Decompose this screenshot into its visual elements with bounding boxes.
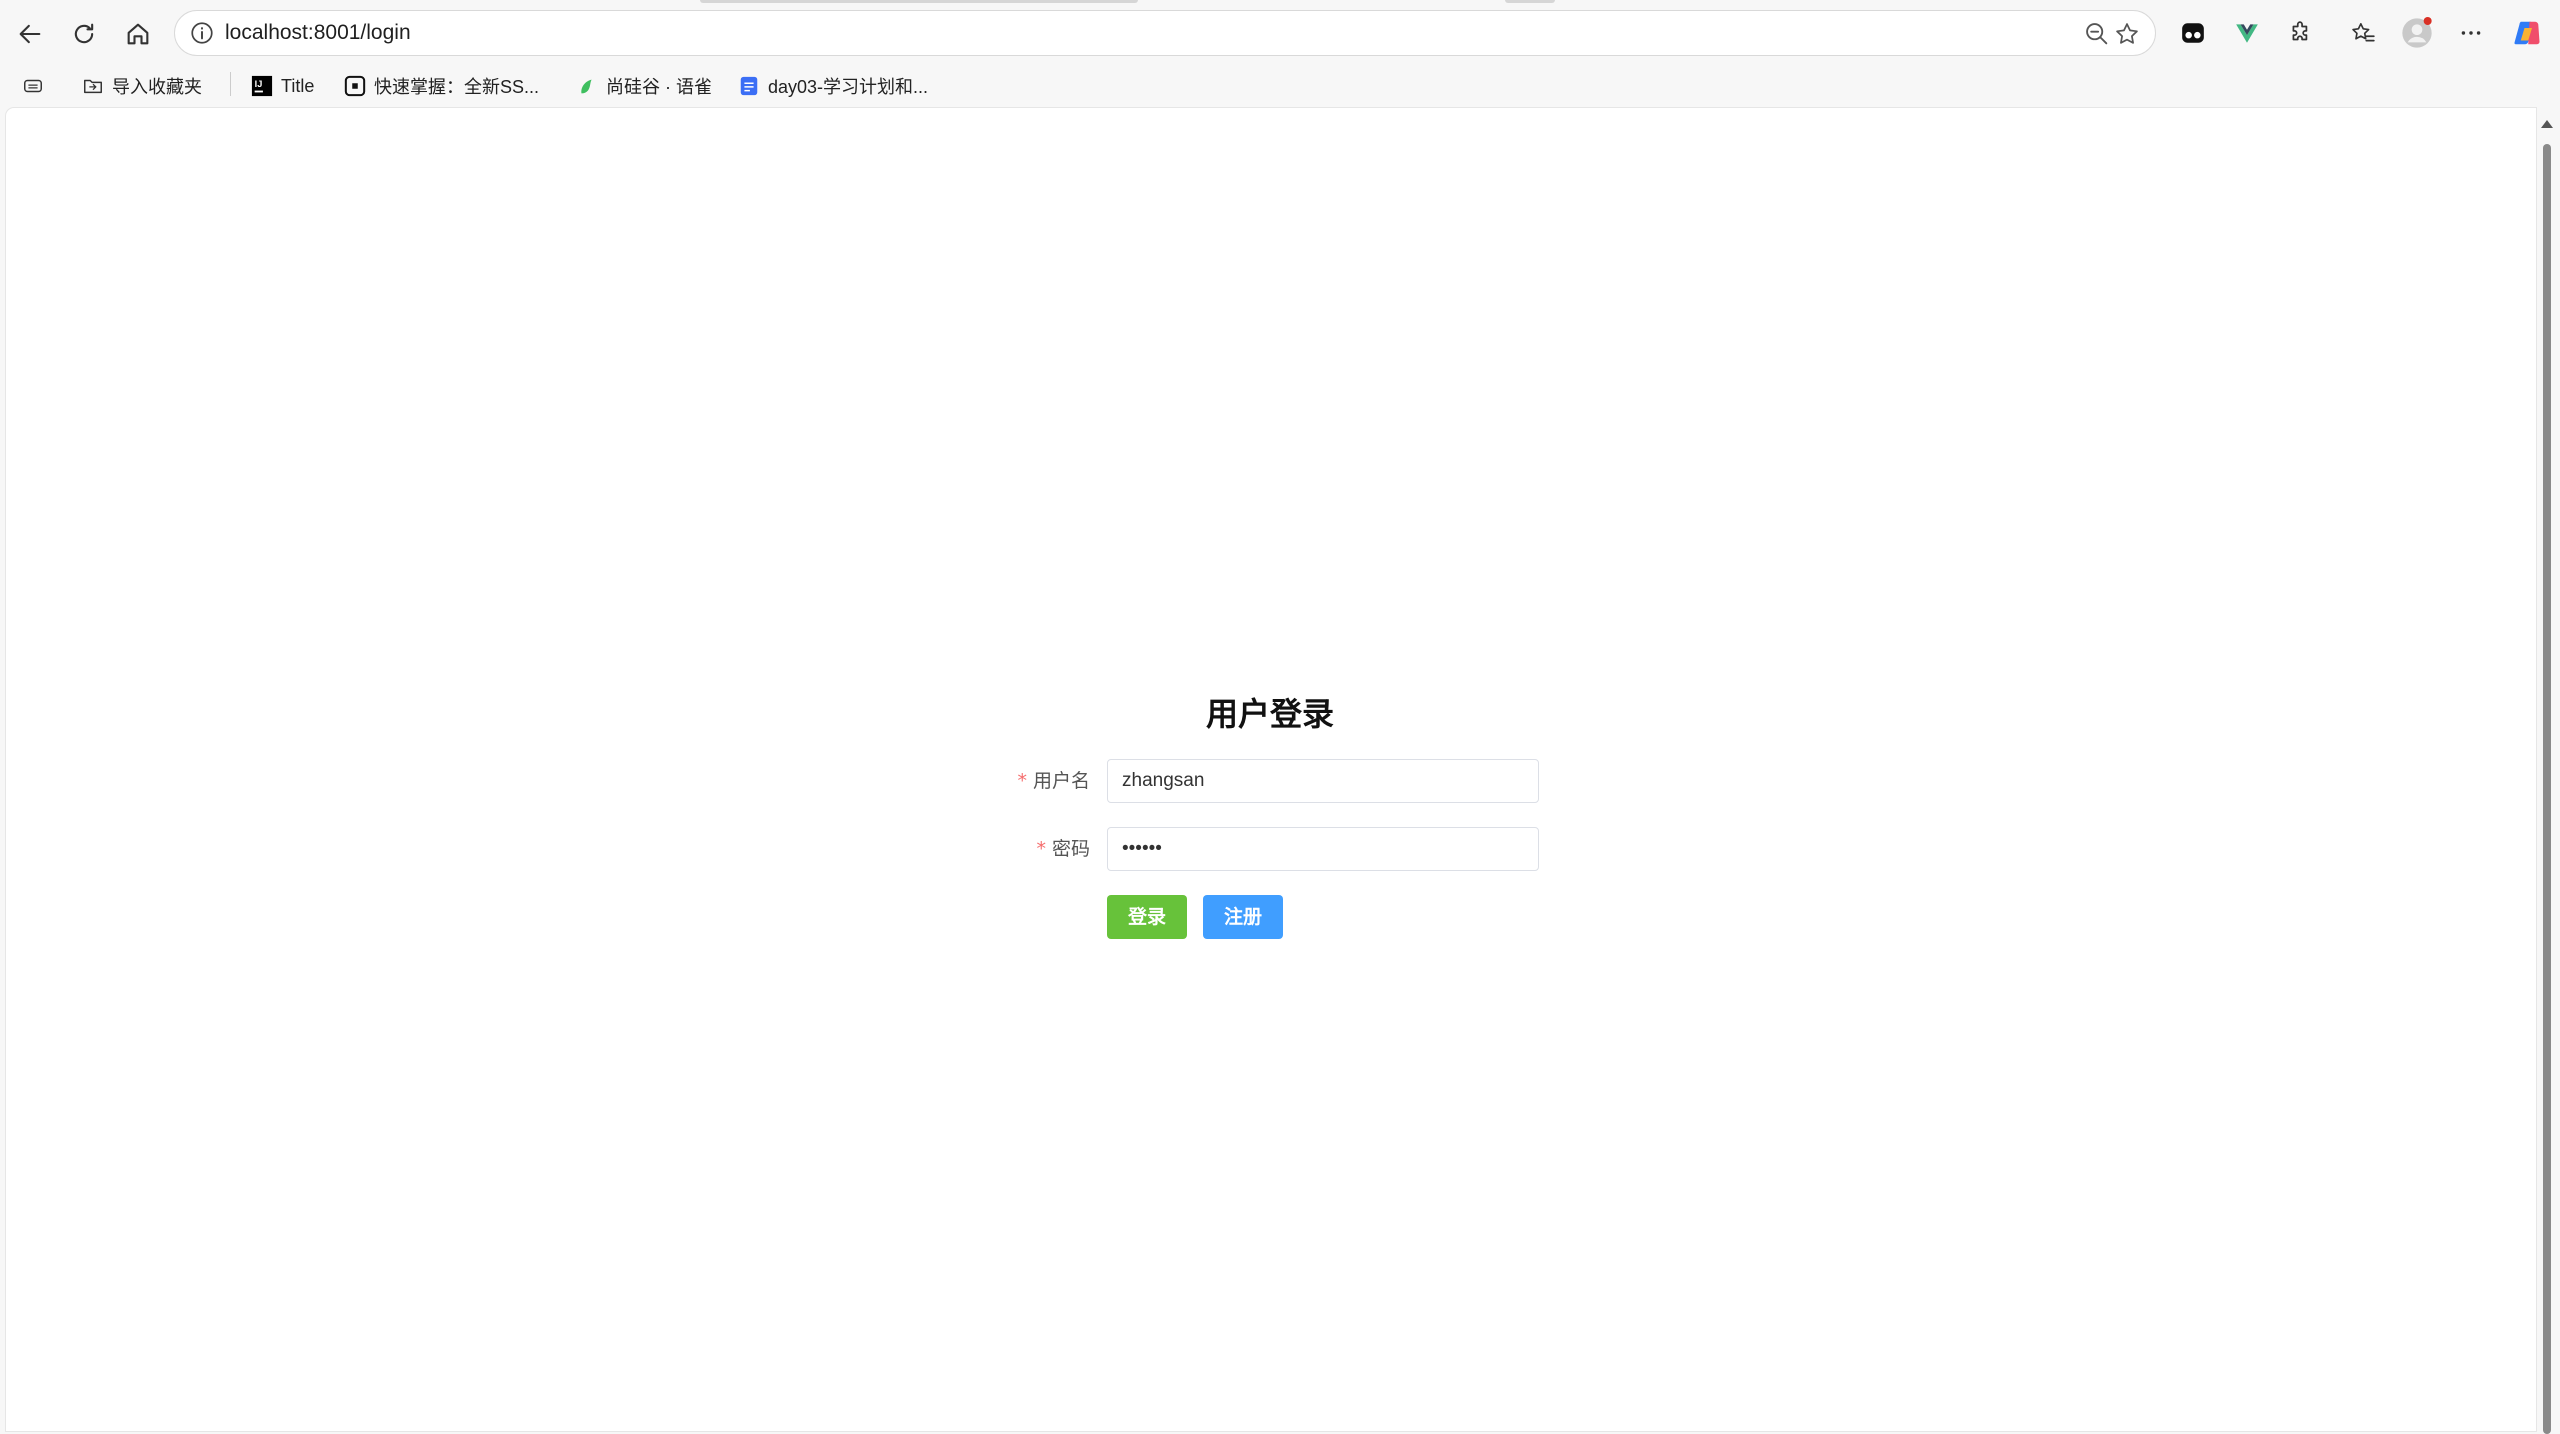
bookmark-import[interactable]: 导入收藏夹 [82,70,202,102]
bookmark-day03[interactable]: day03-学习计划和... [738,70,928,102]
home-button[interactable] [118,14,158,54]
bookmark-separator [230,72,231,96]
reload-icon [74,23,94,44]
site-info-icon[interactable] [189,20,215,46]
bookmark-spring[interactable]: 快速掌握：全新SS... [344,70,539,102]
profile-avatar-icon[interactable] [2401,17,2433,49]
back-button[interactable] [10,14,50,54]
bookmarks-menu-button[interactable] [22,70,44,102]
actions-row: 登录 注册 [1000,895,1560,939]
extensions-puzzle-icon[interactable] [2285,17,2317,49]
notion-icon [344,75,366,97]
svg-text:IJ: IJ [255,79,263,89]
copilot-icon[interactable] [2511,17,2543,49]
extension-dark-icon[interactable] [2177,17,2209,49]
bookmark-label: day03-学习计划和... [768,77,929,97]
username-row: * 用户名 zhangsan [1000,759,1560,803]
vue-devtools-icon[interactable] [2231,17,2263,49]
reload-button[interactable] [64,14,104,54]
back-arrow-icon [19,24,41,44]
page-title: 用户登录 [1205,695,1334,733]
favorite-star-icon[interactable] [2113,20,2141,48]
url-text[interactable]: localhost:8001/login [225,20,411,46]
password-input[interactable]: •••••• [1107,827,1539,871]
username-input[interactable]: zhangsan [1107,759,1539,803]
browser-toolbar: localhost:8001/login [0,0,2560,66]
page-scrollbar[interactable] [2540,116,2554,1434]
favorites-icon[interactable] [2347,17,2379,49]
password-row: * 密码 •••••• [1000,827,1560,871]
intellij-icon: IJ [251,75,273,97]
bookmark-label: 快速掌握：全新SS... [374,77,540,97]
reading-list-icon [22,75,44,97]
yuque-icon [576,75,598,97]
username-label: * 用户名 [1017,770,1090,792]
required-mark: * [1036,838,1046,860]
scrollbar-thumb[interactable] [2543,144,2551,1434]
doc-icon [738,75,760,97]
required-mark: * [1017,770,1027,792]
password-label: * 密码 [1036,838,1090,860]
zoom-out-icon[interactable] [2083,20,2111,48]
import-folder-icon [82,75,104,97]
bookmark-yuque[interactable]: 尚硅谷 · 语雀 [576,70,712,102]
bookmark-label: 导入收藏夹 [112,77,202,97]
login-button[interactable]: 登录 [1107,895,1187,939]
bookmark-title[interactable]: IJ Title [251,70,314,102]
more-menu-icon[interactable] [2455,17,2487,49]
bookmark-label: Title [281,75,315,96]
scroll-up-icon[interactable] [2541,120,2553,128]
home-icon [127,23,149,45]
address-bar[interactable]: localhost:8001/login [174,10,2156,56]
bookmarks-bar: 导入收藏夹 IJ Title 快速掌握：全新SS... 尚硅谷 · 语雀 day… [0,66,2560,108]
bookmark-label: 尚硅谷 · 语雀 [606,77,712,97]
register-button[interactable]: 注册 [1203,895,1283,939]
